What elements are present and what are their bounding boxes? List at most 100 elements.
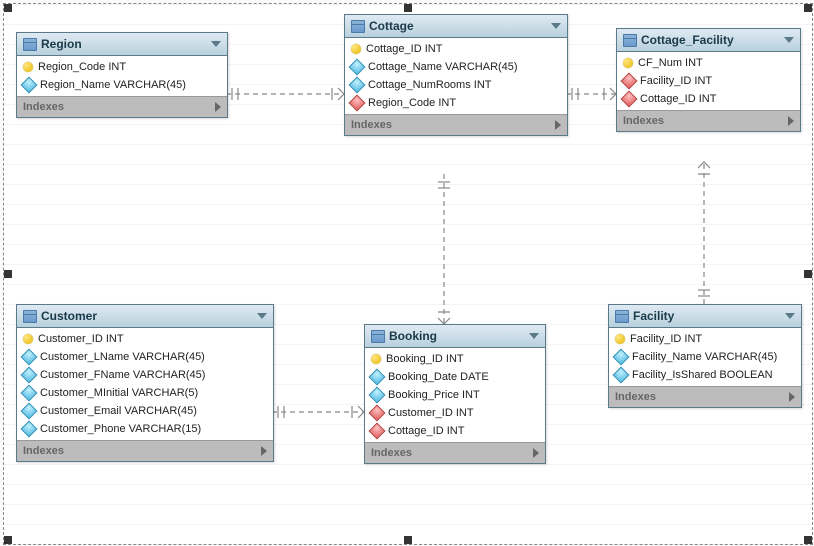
expand-icon	[788, 116, 794, 126]
column[interactable]: Customer_Phone VARCHAR(15)	[17, 420, 273, 438]
entity-footer[interactable]: Indexes	[365, 442, 545, 463]
attr-icon	[21, 421, 38, 438]
collapse-icon[interactable]	[211, 41, 221, 47]
entity-header[interactable]: Cottage_Facility	[617, 29, 800, 52]
erd-canvas[interactable]: Region Region_Code INT Region_Name VARCH…	[3, 3, 813, 545]
resize-handle[interactable]	[804, 536, 812, 544]
entity-columns: Region_Code INT Region_Name VARCHAR(45)	[17, 56, 227, 96]
entity-footer[interactable]: Indexes	[617, 110, 800, 131]
expand-icon	[215, 102, 221, 112]
entity-title: Facility	[633, 309, 674, 323]
entity-region[interactable]: Region Region_Code INT Region_Name VARCH…	[16, 32, 228, 118]
column[interactable]: Cottage_ID INT	[345, 40, 567, 58]
entity-header[interactable]: Customer	[17, 305, 273, 328]
attr-icon	[21, 385, 38, 402]
resize-handle[interactable]	[4, 536, 12, 544]
collapse-icon[interactable]	[257, 313, 267, 319]
resize-handle[interactable]	[4, 270, 12, 278]
column[interactable]: Cottage_NumRooms INT	[345, 76, 567, 94]
collapse-icon[interactable]	[529, 333, 539, 339]
table-icon	[23, 310, 37, 323]
fk-icon	[621, 91, 638, 108]
entity-customer[interactable]: Customer Customer_ID INT Customer_LName …	[16, 304, 274, 462]
entity-columns: Customer_ID INT Customer_LName VARCHAR(4…	[17, 328, 273, 440]
expand-icon	[555, 120, 561, 130]
column[interactable]: Customer_ID INT	[17, 330, 273, 348]
entity-footer[interactable]: Indexes	[609, 386, 801, 407]
key-icon	[623, 58, 633, 68]
entity-header[interactable]: Region	[17, 33, 227, 56]
column[interactable]: Cottage_Name VARCHAR(45)	[345, 58, 567, 76]
resize-handle[interactable]	[804, 270, 812, 278]
entity-title: Region	[41, 37, 82, 51]
entity-columns: CF_Num INT Facility_ID INT Cottage_ID IN…	[617, 52, 800, 110]
column[interactable]: Region_Name VARCHAR(45)	[17, 76, 227, 94]
table-icon	[351, 20, 365, 33]
entity-cottage[interactable]: Cottage Cottage_ID INT Cottage_Name VARC…	[344, 14, 568, 136]
table-icon	[615, 310, 629, 323]
fk-icon	[369, 423, 386, 440]
collapse-icon[interactable]	[551, 23, 561, 29]
attr-icon	[369, 387, 386, 404]
entity-title: Cottage	[369, 19, 414, 33]
entity-facility[interactable]: Facility Facility_ID INT Facility_Name V…	[608, 304, 802, 408]
entity-header[interactable]: Cottage	[345, 15, 567, 38]
entity-title: Booking	[389, 329, 437, 343]
key-icon	[615, 334, 625, 344]
column[interactable]: Booking_Date DATE	[365, 368, 545, 386]
entity-booking[interactable]: Booking Booking_ID INT Booking_Date DATE…	[364, 324, 546, 464]
entity-columns: Cottage_ID INT Cottage_Name VARCHAR(45) …	[345, 38, 567, 114]
column[interactable]: Customer_MInitial VARCHAR(5)	[17, 384, 273, 402]
attr-icon	[21, 349, 38, 366]
entity-columns: Booking_ID INT Booking_Date DATE Booking…	[365, 348, 545, 442]
column[interactable]: Facility_ID INT	[617, 72, 800, 90]
column[interactable]: Facility_ID INT	[609, 330, 801, 348]
column[interactable]: Customer_ID INT	[365, 404, 545, 422]
entity-header[interactable]: Facility	[609, 305, 801, 328]
resize-handle[interactable]	[4, 4, 12, 12]
entity-columns: Facility_ID INT Facility_Name VARCHAR(45…	[609, 328, 801, 386]
column[interactable]: Region_Code INT	[345, 94, 567, 112]
column[interactable]: Cottage_ID INT	[365, 422, 545, 440]
resize-handle[interactable]	[804, 4, 812, 12]
entity-footer[interactable]: Indexes	[345, 114, 567, 135]
entity-title: Customer	[41, 309, 97, 323]
entity-cottage-facility[interactable]: Cottage_Facility CF_Num INT Facility_ID …	[616, 28, 801, 132]
column[interactable]: Booking_Price INT	[365, 386, 545, 404]
attr-icon	[349, 59, 366, 76]
attr-icon	[369, 369, 386, 386]
key-icon	[371, 354, 381, 364]
attr-icon	[613, 349, 630, 366]
column[interactable]: Facility_IsShared BOOLEAN	[609, 366, 801, 384]
fk-icon	[369, 405, 386, 422]
key-icon	[23, 62, 33, 72]
column[interactable]: Customer_FName VARCHAR(45)	[17, 366, 273, 384]
attr-icon	[613, 367, 630, 384]
table-icon	[23, 38, 37, 51]
key-icon	[23, 334, 33, 344]
column[interactable]: Facility_Name VARCHAR(45)	[609, 348, 801, 366]
column[interactable]: Customer_Email VARCHAR(45)	[17, 402, 273, 420]
column[interactable]: CF_Num INT	[617, 54, 800, 72]
fk-icon	[621, 73, 638, 90]
column[interactable]: Region_Code INT	[17, 58, 227, 76]
column[interactable]: Booking_ID INT	[365, 350, 545, 368]
entity-header[interactable]: Booking	[365, 325, 545, 348]
expand-icon	[789, 392, 795, 402]
column[interactable]: Cottage_ID INT	[617, 90, 800, 108]
attr-icon	[21, 367, 38, 384]
fk-icon	[349, 95, 366, 112]
table-icon	[623, 34, 637, 47]
resize-handle[interactable]	[404, 4, 412, 12]
expand-icon	[533, 448, 539, 458]
collapse-icon[interactable]	[785, 313, 795, 319]
key-icon	[351, 44, 361, 54]
resize-handle[interactable]	[404, 536, 412, 544]
table-icon	[371, 330, 385, 343]
attr-icon	[21, 403, 38, 420]
entity-footer[interactable]: Indexes	[17, 96, 227, 117]
column[interactable]: Customer_LName VARCHAR(45)	[17, 348, 273, 366]
collapse-icon[interactable]	[784, 37, 794, 43]
entity-footer[interactable]: Indexes	[17, 440, 273, 461]
expand-icon	[261, 446, 267, 456]
